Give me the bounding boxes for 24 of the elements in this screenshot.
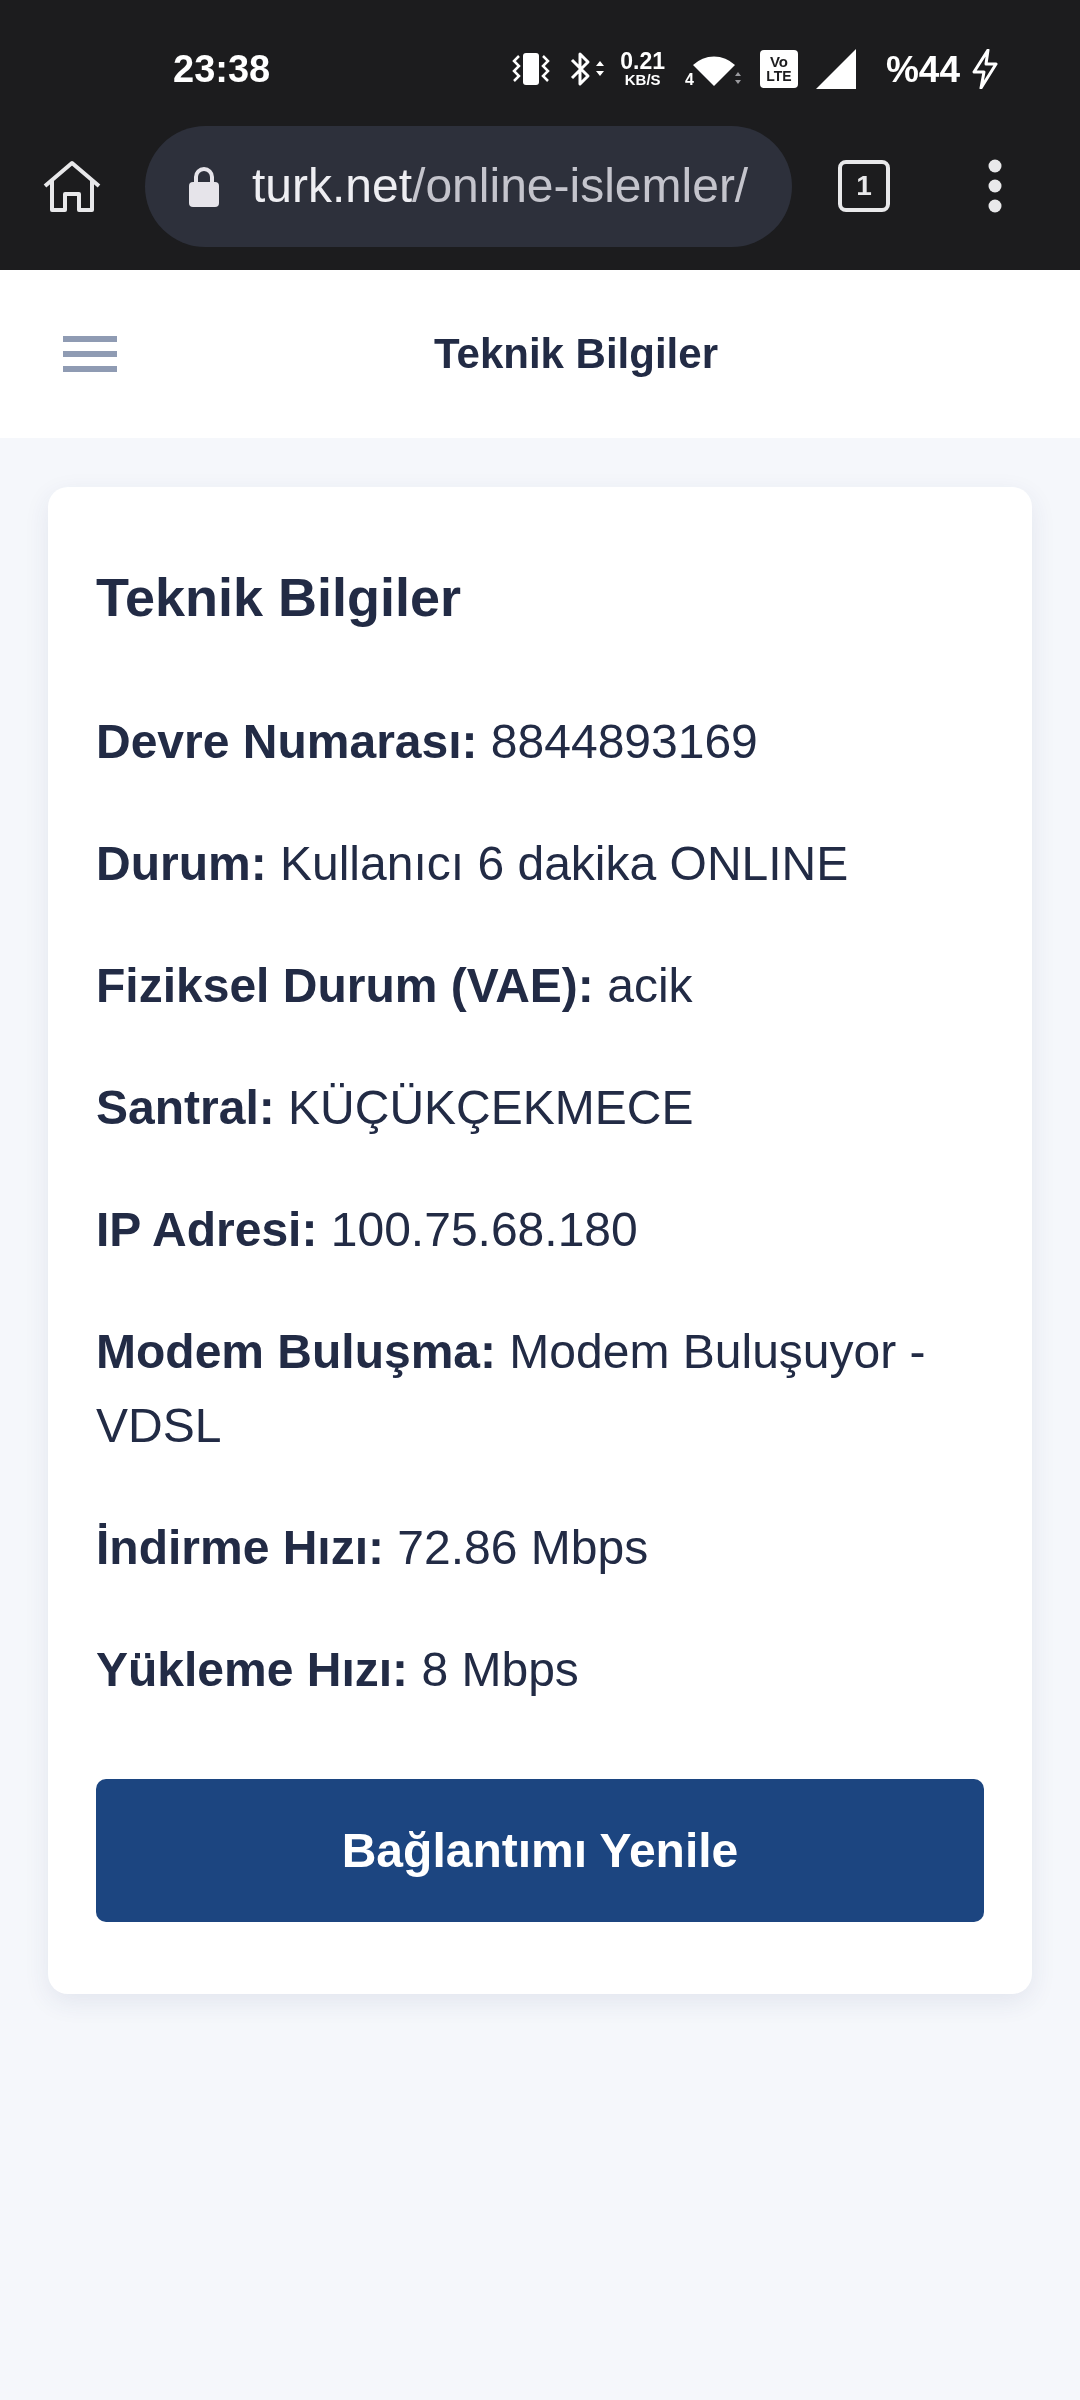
header-title: Teknik Bilgiler (434, 330, 718, 378)
data-speed-unit: KB/S (624, 72, 661, 88)
refresh-connection-button[interactable]: Bağlantımı Yenile (96, 1779, 984, 1922)
address-bar[interactable]: turk.net/online-islemler/ (145, 125, 792, 247)
tab-switcher-button[interactable]: 1 (838, 160, 890, 212)
info-line: Durum: Kullanıcı 6 dakika ONLINE (96, 836, 850, 892)
card-title: Teknik Bilgiler (96, 566, 463, 629)
info-line: IP Adresi: 100.75.68.180 (96, 1202, 639, 1258)
info-line: Yükleme Hızı: 8 Mbps (96, 1642, 580, 1698)
vibrate-icon (511, 51, 552, 87)
battery-level: %44 (885, 50, 960, 88)
overflow-menu-icon[interactable] (988, 159, 1002, 213)
wifi-standard-label: 4 (685, 72, 694, 88)
info-line: Devre Numarası: 8844893169 (96, 714, 759, 770)
home-icon[interactable] (41, 159, 103, 213)
volte-indicator: Vo LTE (759, 50, 798, 88)
data-speed-value: 0.21 (620, 50, 666, 72)
signal-icon (815, 49, 856, 89)
info-line: Fiziksel Durum (VAE): acik (96, 958, 694, 1014)
info-line: Modem Buluşma: Modem Buluşuyor - VDSL (96, 1324, 927, 1454)
info-line: Santral: KÜÇÜKÇEKMECE (96, 1080, 695, 1136)
menu-icon[interactable] (63, 336, 117, 372)
info-line: İndirme Hızı: 72.86 Mbps (96, 1520, 650, 1576)
clock-time: 23:38 (173, 50, 271, 88)
